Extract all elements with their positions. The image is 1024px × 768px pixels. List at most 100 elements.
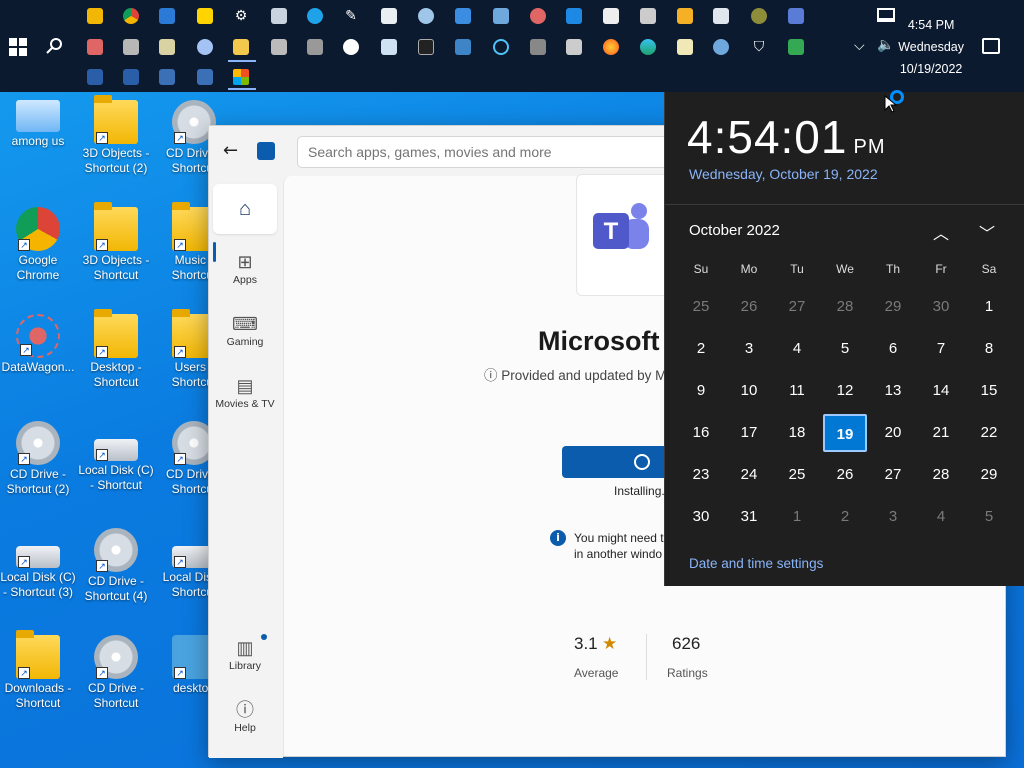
calendar-day[interactable]: 22	[967, 414, 1011, 452]
calendar-day[interactable]: 28	[919, 456, 963, 494]
month-title[interactable]: October 2022	[689, 222, 780, 239]
cortana-icon[interactable]	[490, 36, 512, 58]
notepad-icon[interactable]	[378, 5, 400, 27]
paint-icon[interactable]	[415, 5, 437, 27]
calendar-day[interactable]: 27	[775, 288, 819, 326]
photos-icon[interactable]	[156, 5, 178, 27]
archive-icon[interactable]	[156, 36, 178, 58]
calendar-day[interactable]: 25	[679, 288, 723, 326]
calculator-icon[interactable]	[527, 36, 549, 58]
nav-gaming[interactable]: ⌨ Gaming	[213, 312, 277, 348]
microsoft-store-taskbar-icon[interactable]	[230, 66, 252, 88]
magnifier-icon[interactable]	[194, 36, 216, 58]
date-time-settings-link[interactable]: Date and time settings	[689, 556, 823, 571]
powershell-ise-icon[interactable]	[156, 66, 178, 88]
calendar-day[interactable]: 11	[775, 372, 819, 410]
chrome-icon[interactable]	[120, 5, 142, 27]
calendar-day[interactable]: 20	[871, 414, 915, 452]
media-center-icon[interactable]	[748, 5, 770, 27]
search-icon[interactable]	[44, 35, 66, 57]
calendar-day[interactable]: 6	[871, 330, 915, 368]
calendar-day[interactable]: 15	[967, 372, 1011, 410]
powershell-admin-icon[interactable]	[120, 66, 142, 88]
network-icon[interactable]	[490, 5, 512, 27]
firefox-icon[interactable]	[600, 36, 622, 58]
notification-center-icon[interactable]	[982, 38, 1000, 54]
desktop-icon[interactable]: ↗ Desktop - Shortcut	[78, 309, 154, 390]
battery-app-icon[interactable]	[785, 36, 807, 58]
cube-icon[interactable]	[268, 5, 290, 27]
calendar-app-icon[interactable]	[600, 5, 622, 27]
pen-icon[interactable]: ✎	[340, 5, 362, 27]
windows-store-icon[interactable]	[563, 5, 585, 27]
desktop-icon[interactable]: ↗ 3D Objects - Shortcut	[78, 202, 154, 283]
monitor-icon[interactable]	[785, 5, 807, 27]
calendar-day[interactable]: 1	[967, 288, 1011, 326]
calendar-day[interactable]: 16	[679, 414, 723, 452]
shield-icon[interactable]: ⛉	[748, 36, 770, 58]
sticky-notes-icon[interactable]	[194, 5, 216, 27]
scanner-icon[interactable]	[268, 36, 290, 58]
flyout-full-date[interactable]: Wednesday, October 19, 2022	[689, 166, 878, 182]
command-prompt-icon[interactable]	[415, 36, 437, 58]
volume-icon[interactable]: 🔈	[877, 37, 894, 53]
file-explorer-icon[interactable]	[84, 5, 106, 27]
calendar-day[interactable]: 13	[871, 372, 915, 410]
calendar-day[interactable]: 23	[679, 456, 723, 494]
calendar-day[interactable]: 5	[967, 498, 1011, 536]
desktop-icon[interactable]: ↗ Local Disk (C) - Shortcut	[78, 421, 154, 493]
task-manager-icon[interactable]	[378, 36, 400, 58]
calendar-day[interactable]: 8	[967, 330, 1011, 368]
calendar-day[interactable]: 2	[679, 330, 723, 368]
calendar-day[interactable]: 4	[919, 498, 963, 536]
calendar-day[interactable]: 27	[871, 456, 915, 494]
internet-explorer-icon[interactable]	[304, 5, 326, 27]
calendar-day[interactable]: 14	[919, 372, 963, 410]
desktop-icon[interactable]: ↗ CD Drive - Shortcut	[78, 635, 154, 711]
calendar-day[interactable]: 30	[919, 288, 963, 326]
sync-icon[interactable]	[710, 36, 732, 58]
desktop-icon[interactable]: ↗ Google Chrome	[0, 207, 76, 283]
desktop-icon[interactable]: ↗ DataWagon...	[0, 314, 76, 375]
media-player-icon[interactable]	[674, 5, 696, 27]
calendar-day[interactable]: 3	[871, 498, 915, 536]
desktop-icon[interactable]: ↗ Local Disk (C) - Shortcut (3)	[0, 528, 76, 600]
calendar-day[interactable]: 4	[775, 330, 819, 368]
camera-icon[interactable]	[563, 36, 585, 58]
calendar-day[interactable]: 3	[727, 330, 771, 368]
chevron-down-icon[interactable]: ﹀	[979, 220, 995, 244]
file-manager-icon[interactable]	[230, 36, 252, 58]
calendar-day[interactable]: 28	[823, 288, 867, 326]
nav-home[interactable]: ⌂	[213, 184, 277, 234]
powershell-icon[interactable]	[84, 66, 106, 88]
control-panel-icon[interactable]	[84, 36, 106, 58]
back-arrow-icon[interactable]: ←	[223, 140, 238, 161]
chevron-up-icon[interactable]: ⌵	[854, 38, 865, 54]
printer-icon[interactable]	[637, 5, 659, 27]
settings-gear-icon[interactable]: ⚙	[230, 5, 252, 27]
document-icon[interactable]	[710, 5, 732, 27]
desktop-icon[interactable]: ↗ 3D Objects - Shortcut (2)	[78, 95, 154, 176]
calendar-day[interactable]: 12	[823, 372, 867, 410]
chevron-up-icon[interactable]: ︿	[933, 220, 949, 244]
display-icon[interactable]	[452, 36, 474, 58]
desktop-icon[interactable]: ↗ CD Drive - Shortcut (2)	[0, 421, 76, 497]
calendar-day[interactable]: 26	[727, 288, 771, 326]
calendar-day[interactable]: 2	[823, 498, 867, 536]
calendar-day[interactable]: 7	[919, 330, 963, 368]
calendar-day[interactable]: 18	[775, 414, 819, 452]
snip-icon[interactable]	[527, 5, 549, 27]
desktop-icon[interactable]: ↗ CD Drive - Shortcut (4)	[78, 528, 154, 604]
calendar-day[interactable]: 1	[775, 498, 819, 536]
calendar-day[interactable]: 17	[727, 414, 771, 452]
network-tray-icon[interactable]	[877, 8, 895, 22]
calendar-day[interactable]: 10	[727, 372, 771, 410]
nav-library[interactable]: ▥ Library	[213, 636, 277, 672]
desktop-icon[interactable]: ↗ Downloads - Shortcut	[0, 630, 76, 711]
start-button[interactable]	[6, 35, 30, 59]
calendar-day[interactable]: 5	[823, 330, 867, 368]
remote-desktop-icon[interactable]	[452, 5, 474, 27]
nav-help[interactable]: ⓘ Help	[213, 698, 277, 734]
calendar-day[interactable]: 29	[967, 456, 1011, 494]
calendar-day[interactable]: 9	[679, 372, 723, 410]
